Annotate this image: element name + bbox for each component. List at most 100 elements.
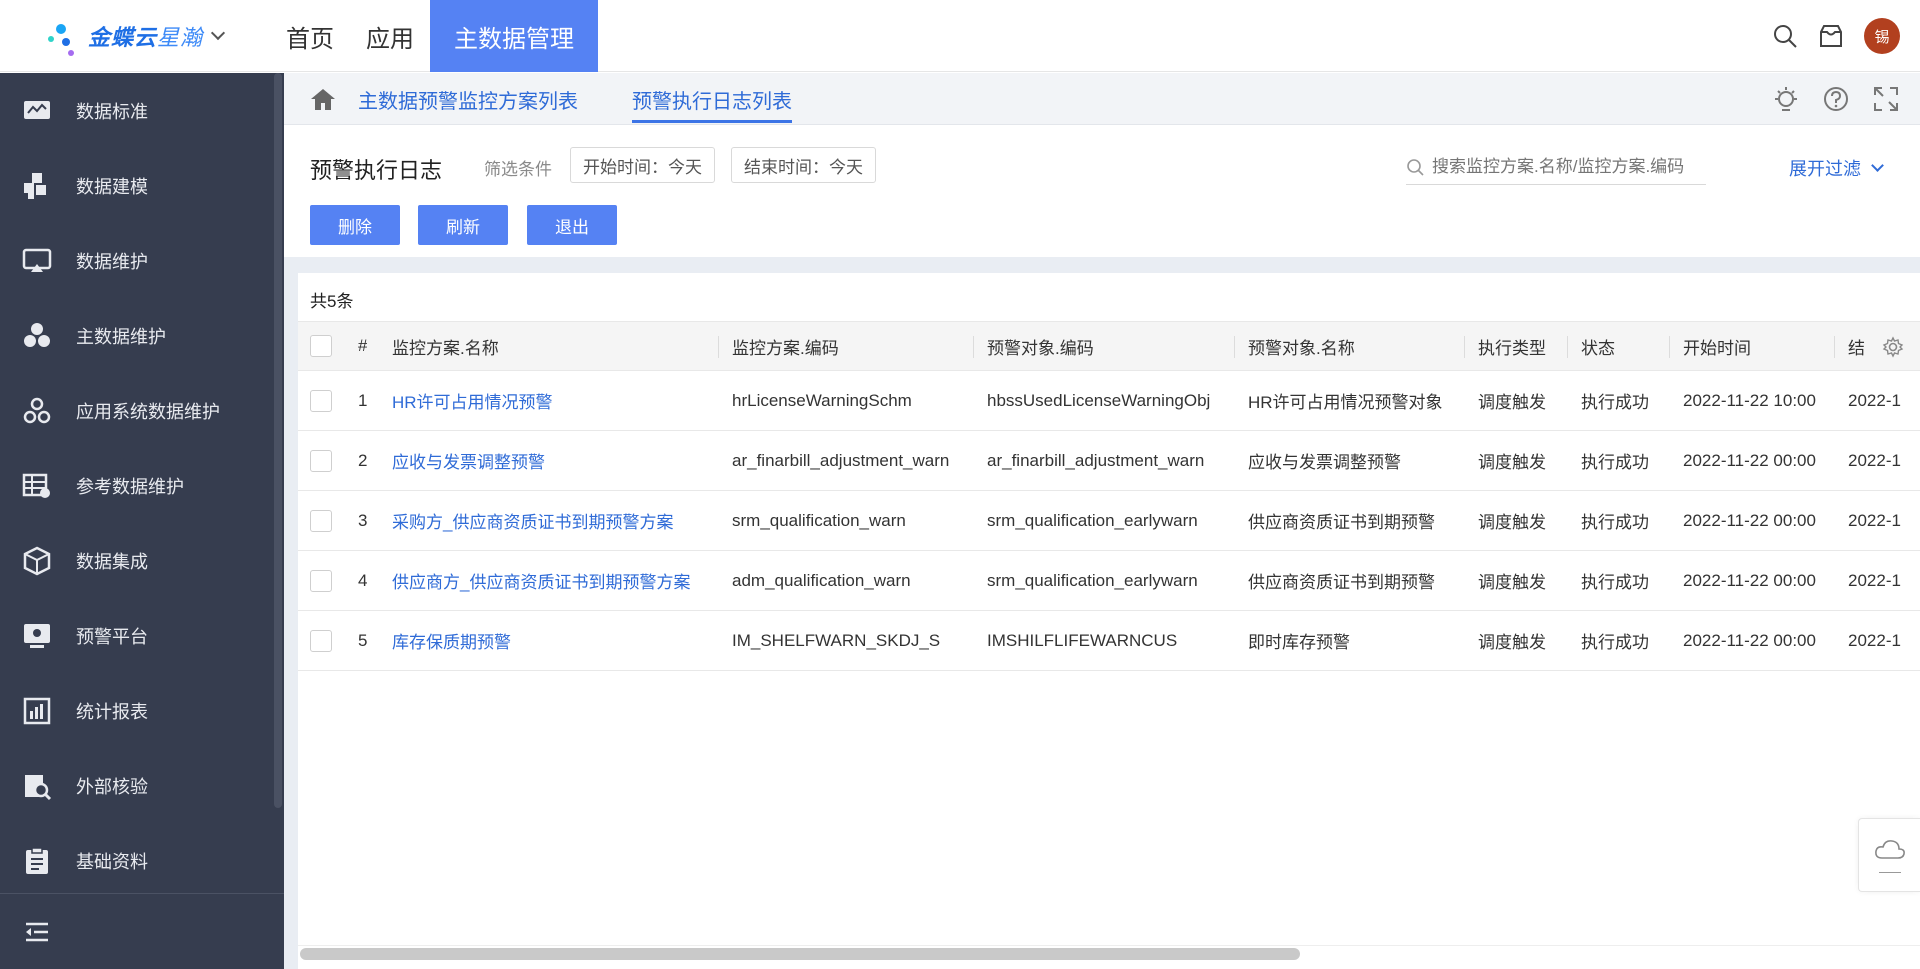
cell-start-time: 2022-11-22 00:00: [1683, 630, 1816, 650]
search-icon[interactable]: [1406, 158, 1424, 176]
column-header-status[interactable]: 状态: [1581, 322, 1615, 370]
sidebar-item-reference-data[interactable]: 参考数据维护: [0, 448, 284, 523]
cell-status: 执行成功: [1581, 393, 1649, 412]
row-checkbox[interactable]: [310, 449, 332, 472]
sidebar-item-label: 外部核验: [76, 776, 148, 797]
lightbulb-icon[interactable]: [1772, 85, 1800, 113]
expand-filter-button[interactable]: 展开过滤: [1789, 155, 1884, 181]
avatar[interactable]: 锡: [1864, 18, 1900, 54]
column-header-end-time[interactable]: 结: [1848, 322, 1870, 370]
refresh-button[interactable]: 刷新: [418, 205, 508, 245]
column-header-scheme-name[interactable]: 监控方案.名称: [392, 322, 499, 370]
cell-target-code: srm_qualification_earlywarn: [987, 570, 1198, 590]
column-settings-button[interactable]: [1876, 330, 1910, 364]
report-icon: [23, 697, 51, 724]
chevron-down-icon[interactable]: [210, 25, 226, 41]
sidebar-item-label: 主数据维护: [76, 326, 166, 347]
help-icon[interactable]: [1822, 85, 1850, 113]
tab-monitor-scheme-list[interactable]: 主数据预警监控方案列表: [358, 73, 578, 125]
sidebar-item-label: 参考数据维护: [76, 476, 184, 497]
floating-cloud-panel[interactable]: [1858, 818, 1920, 892]
row-checkbox-cell: [310, 611, 332, 670]
top-bar: 金蝶云星瀚 首页 应用 主数据管理 锡: [0, 0, 1920, 72]
scheme-name-link[interactable]: HR许可占用情况预警: [392, 371, 718, 430]
sidebar-item-label: 基础资料: [76, 851, 148, 872]
cell-end-time: 2022-1: [1848, 510, 1901, 530]
sidebar-item-alert-platform[interactable]: 预警平台: [0, 598, 284, 673]
row-checkbox-cell: [310, 371, 332, 430]
row-checkbox[interactable]: [310, 509, 332, 532]
horizontal-scrollbar[interactable]: [298, 945, 1920, 960]
table-row[interactable]: 2 应收与发票调整预警 ar_finarbill_adjustment_warn ar…: [298, 431, 1920, 491]
record-count: 共5条: [310, 292, 354, 311]
cell-scheme-code: ar_finarbill_adjustment_warn: [732, 450, 950, 470]
scrollbar-thumb[interactable]: [300, 948, 1300, 960]
grid-header-row: # 监控方案.名称 监控方案.编码 预警对象.编码 预警对象.名称 执行类型 状…: [298, 321, 1920, 371]
sidebar-item-app-system-data[interactable]: 应用系统数据维护: [0, 373, 284, 448]
mailbox-icon[interactable]: [1818, 23, 1844, 49]
column-header-start-time[interactable]: 开始时间: [1683, 322, 1751, 370]
exit-button[interactable]: 退出: [527, 205, 617, 245]
table-gear-icon: [22, 473, 50, 498]
select-all-checkbox-cell: [310, 322, 332, 370]
sidebar-item-statistics-report[interactable]: 统计报表: [0, 673, 284, 748]
sidebar-item-external-verification[interactable]: 外部核验: [0, 748, 284, 823]
table-row[interactable]: 1 HR许可占用情况预警 hrLicenseWarningSchm hbssUsedL…: [298, 371, 1920, 431]
table-row[interactable]: 4 供应商方_供应商资质证书到期预警方案 adm_qualification_war…: [298, 551, 1920, 611]
nav-master-data[interactable]: 主数据管理: [430, 0, 598, 72]
main-area: 主数据预警监控方案列表 预警执行日志列表 预警执行日志 筛选条件 开始时间：今天…: [284, 73, 1920, 969]
fullscreen-icon[interactable]: [1872, 85, 1900, 113]
column-header-target-code[interactable]: 预警对象.编码: [987, 322, 1094, 370]
cell-status: 执行成功: [1581, 633, 1649, 652]
row-checkbox[interactable]: [310, 629, 332, 652]
cell-target-name: 供应商资质证书到期预警: [1248, 513, 1435, 532]
sidebar-item-data-standard[interactable]: 数据标准: [0, 73, 284, 148]
home-icon[interactable]: [310, 87, 336, 111]
search-box: [1406, 149, 1706, 185]
chevron-down-icon: [1871, 159, 1884, 172]
filter-chip-start-time[interactable]: 开始时间：今天: [570, 147, 715, 183]
cell-target-code: ar_finarbill_adjustment_warn: [987, 450, 1205, 470]
cell-exec-type: 调度触发: [1478, 453, 1546, 472]
list-toolbar: 预警执行日志 筛选条件 开始时间：今天 结束时间：今天 展开过滤 删除 刷新 退…: [284, 125, 1920, 257]
tab-bar: 主数据预警监控方案列表 预警执行日志列表: [284, 73, 1920, 125]
filter-label: 筛选条件: [484, 160, 552, 179]
row-checkbox[interactable]: [310, 569, 332, 592]
collapse-menu-icon: [26, 922, 48, 941]
cell-index: 1: [358, 390, 368, 410]
table-row[interactable]: 3 采购方_供应商资质证书到期预警方案 srm_qualification_warn…: [298, 491, 1920, 551]
chart-monitor-icon: [24, 100, 50, 119]
cell-status: 执行成功: [1581, 453, 1649, 472]
data-grid-panel: 共5条 # 监控方案.名称 监控方案.编码 预警对象.编码 预警对象.名称 执行…: [298, 273, 1920, 969]
table-row[interactable]: 5 库存保质期预警 IM_SHELFWARN_SKDJ_S IMSHILFLIFEWA…: [298, 611, 1920, 671]
sidebar-item-data-modeling[interactable]: 数据建模: [0, 148, 284, 223]
scheme-name-link[interactable]: 应收与发票调整预警: [392, 431, 718, 490]
sidebar-item-basic-data[interactable]: 基础资料: [0, 823, 284, 898]
sidebar-item-data-maintenance[interactable]: 数据维护: [0, 223, 284, 298]
logo-dots-icon: [48, 14, 86, 58]
scheme-name-link[interactable]: 采购方_供应商资质证书到期预警方案: [392, 491, 718, 550]
nav-home[interactable]: 首页: [270, 0, 350, 72]
filter-chip-end-time[interactable]: 结束时间：今天: [731, 147, 876, 183]
cube-icon: [23, 546, 51, 575]
cluster-icon: [24, 322, 50, 347]
select-all-checkbox[interactable]: [310, 335, 332, 357]
search-input[interactable]: [1432, 156, 1702, 177]
column-header-exec-type[interactable]: 执行类型: [1478, 322, 1546, 370]
app-logo[interactable]: 金蝶云星瀚: [48, 14, 242, 58]
sidebar-item-master-data-maintenance[interactable]: 主数据维护: [0, 298, 284, 373]
sidebar-scrollbar[interactable]: [274, 73, 282, 808]
cell-exec-type: 调度触发: [1478, 393, 1546, 412]
row-checkbox[interactable]: [310, 389, 332, 412]
sidebar-item-data-integration[interactable]: 数据集成: [0, 523, 284, 598]
tab-alert-log-list[interactable]: 预警执行日志列表: [632, 73, 792, 125]
sidebar-collapse-button[interactable]: [0, 893, 284, 969]
scheme-name-link[interactable]: 库存保质期预警: [392, 611, 718, 670]
search-icon[interactable]: [1772, 23, 1798, 49]
column-header-scheme-code[interactable]: 监控方案.编码: [732, 322, 839, 370]
column-header-target-name[interactable]: 预警对象.名称: [1248, 322, 1355, 370]
clipboard-list-icon: [26, 846, 48, 874]
scheme-name-link[interactable]: 供应商方_供应商资质证书到期预警方案: [392, 551, 718, 610]
delete-button[interactable]: 删除: [310, 205, 400, 245]
nav-apps[interactable]: 应用: [350, 0, 430, 72]
